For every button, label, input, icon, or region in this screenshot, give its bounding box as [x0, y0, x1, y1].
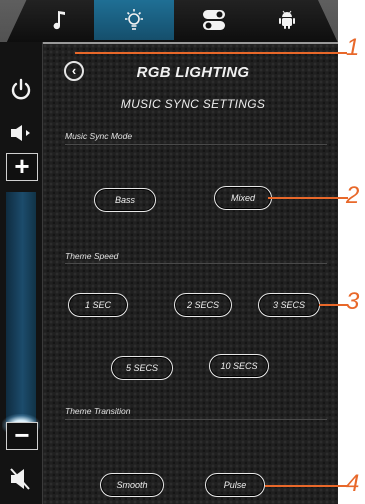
- volume-up-button[interactable]: +: [6, 153, 38, 181]
- theme-speed-label: Theme Speed: [65, 251, 119, 261]
- theme-transition-label: Theme Transition: [65, 406, 131, 416]
- speed-1-sec-button[interactable]: 1 SEC: [68, 293, 128, 317]
- app-window: + − ‹ RGB LIGHTING MUSIC SYNC SETTINGS M…: [0, 0, 338, 504]
- volume-up-icon: +: [14, 151, 30, 181]
- callout-line-1: [75, 52, 347, 54]
- tab-music[interactable]: [26, 0, 94, 40]
- speed-2-secs-button[interactable]: 2 SECS: [174, 293, 232, 317]
- callout-line-3: [319, 304, 348, 306]
- music-note-icon: [53, 11, 65, 30]
- tab-lighting[interactable]: [94, 0, 174, 40]
- music-sync-mixed-button[interactable]: Mixed: [214, 186, 272, 210]
- callout-number-1: 1: [346, 34, 360, 61]
- top-tab-bar: [0, 0, 338, 44]
- mute-button[interactable]: [0, 464, 42, 494]
- callout-number-2: 2: [346, 182, 360, 209]
- speed-5-secs-button[interactable]: 5 SECS: [111, 356, 173, 380]
- transition-smooth-button[interactable]: Smooth: [100, 473, 164, 497]
- callout-number-3: 3: [346, 288, 360, 315]
- music-sync-mode-label: Music Sync Mode: [65, 131, 133, 141]
- toggle-switches-icon: [203, 10, 225, 30]
- callout-line-4: [265, 485, 348, 487]
- speaker-icon: [11, 125, 30, 141]
- volume-down-button[interactable]: −: [6, 422, 38, 450]
- mute-icon: [10, 468, 30, 490]
- power-button[interactable]: [0, 72, 42, 108]
- tab-android[interactable]: [252, 0, 322, 40]
- power-icon: [11, 78, 31, 100]
- page-subtitle: MUSIC SYNC SETTINGS: [120, 97, 266, 111]
- speed-3-secs-button[interactable]: 3 SECS: [258, 293, 320, 317]
- volume-slider-track[interactable]: [6, 192, 36, 442]
- section-divider: [65, 144, 327, 145]
- tab-settings[interactable]: [176, 0, 252, 40]
- main-panel: ‹ RGB LIGHTING MUSIC SYNC SETTINGS Music…: [43, 44, 338, 504]
- light-bulb-icon: [125, 9, 143, 30]
- transition-pulse-button[interactable]: Pulse: [205, 473, 265, 497]
- speaker-button[interactable]: [0, 122, 42, 144]
- page-title: RGB LIGHTING: [136, 64, 250, 81]
- speed-10-secs-button[interactable]: 10 SECS: [209, 354, 269, 378]
- back-button[interactable]: ‹: [64, 61, 84, 81]
- music-sync-bass-button[interactable]: Bass: [94, 188, 156, 212]
- left-control-sidebar: + −: [0, 42, 43, 504]
- android-icon: [279, 10, 295, 29]
- tabbar-left-bevel: [0, 0, 28, 42]
- volume-down-icon: −: [14, 420, 30, 450]
- section-divider: [65, 263, 327, 264]
- callout-number-4: 4: [346, 470, 360, 497]
- chevron-left-icon: ‹: [71, 63, 77, 78]
- section-divider: [65, 419, 327, 420]
- callout-line-2: [268, 197, 348, 199]
